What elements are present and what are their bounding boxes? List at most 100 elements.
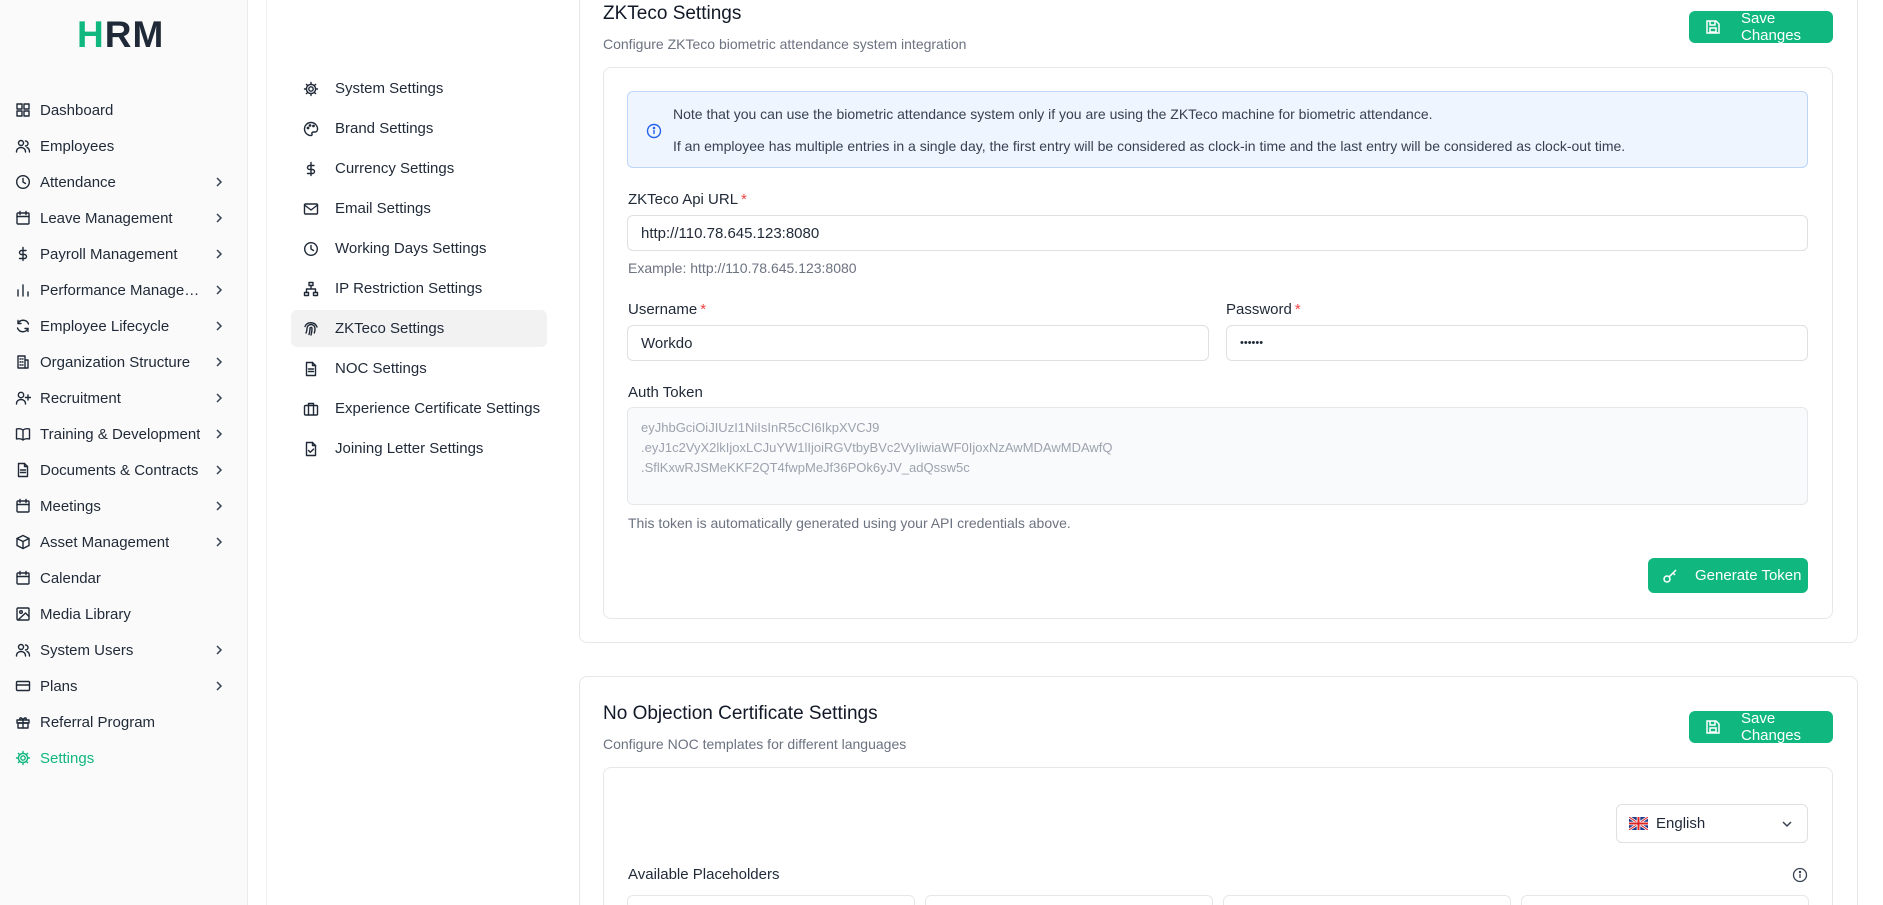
sidebar-item-settings[interactable]: Settings [0,740,248,776]
chevron-down-icon [1780,817,1794,831]
settings-menu-item-system-settings[interactable]: System Settings [291,70,547,107]
settings-menu-item-joining-letter-settings[interactable]: Joining Letter Settings [291,430,547,467]
chevron-right-icon [212,211,226,225]
sidebar-item-training-development[interactable]: Training & Development [0,416,248,452]
sidebar-item-organization-structure[interactable]: Organization Structure [0,344,248,380]
placeholder-chip[interactable] [925,895,1213,905]
credit-card-icon [15,678,31,694]
gift-icon [15,714,31,730]
settings-menu-item-zkteco-settings[interactable]: ZKTeco Settings [291,310,547,347]
sidebar-item-label: Payroll Management [40,245,178,263]
sidebar-item-documents-contracts[interactable]: Documents & Contracts [0,452,248,488]
api-url-hint: Example: http://110.78.645.123:8080 [628,260,857,276]
info-alert: Note that you can use the biometric atte… [627,91,1808,168]
sidebar-item-referral-program[interactable]: Referral Program [0,704,248,740]
image-icon [15,606,31,622]
uk-flag-icon [1628,815,1649,832]
sidebar-item-label: Performance Managem... [40,281,205,299]
chevron-right-icon [212,679,226,693]
sidebar-item-performance-managem[interactable]: Performance Managem... [0,272,248,308]
sidebar-item-label: Referral Program [40,713,156,731]
briefcase-icon [303,401,319,417]
chevron-right-icon [212,391,226,405]
auth-token-line: .SflKxwRJSMeKKF2QT4fwpMeJf36POk6yJV_adQs… [641,460,970,475]
sidebar-item-plans[interactable]: Plans [0,668,248,704]
main-nav: Dashboard Employees Attendance Leave Manage… [0,92,248,776]
settings-menu-label: NOC Settings [335,360,427,377]
dollar-icon [303,161,319,177]
calendar-icon [15,210,31,226]
username-input[interactable]: Workdo [627,325,1209,361]
settings-menu-item-experience-certificate-settings[interactable]: Experience Certificate Settings [291,390,547,427]
settings-menu-item-brand-settings[interactable]: Brand Settings [291,110,547,147]
settings-menu-item-currency-settings[interactable]: Currency Settings [291,150,547,187]
building-icon [15,354,31,370]
app-logo[interactable]: HRM [77,14,164,56]
settings-menu-label: Email Settings [335,200,431,217]
placeholder-chip[interactable] [1521,895,1809,905]
info-line-2: If an employee has multiple entries in a… [673,138,1626,154]
language-value: English [1656,815,1706,832]
fingerprint-icon [303,321,319,337]
document-icon [15,462,31,478]
settings-menu-item-email-settings[interactable]: Email Settings [291,190,547,227]
settings-menu-label: System Settings [335,80,444,97]
sidebar-item-label: Employee Lifecycle [40,317,170,335]
zkteco-save-button[interactable]: Save Changes [1689,10,1833,44]
sidebar-item-label: Recruitment [40,389,121,407]
sidebar-item-label: Meetings [40,497,101,515]
users-icon [15,642,31,658]
sidebar-item-label: Calendar [40,569,101,587]
info-icon[interactable] [1792,867,1808,883]
sidebar-item-label: Employees [40,137,115,155]
settings-menu-label: Brand Settings [335,120,434,137]
sidebar-item-attendance[interactable]: Attendance [0,164,248,200]
api-url-input[interactable]: http://110.78.645.123:8080 [627,215,1808,251]
sidebar-item-system-users[interactable]: System Users [0,632,248,668]
sidebar-item-leave-management[interactable]: Leave Management [0,200,248,236]
chevron-right-icon [212,463,226,477]
sidebar-item-label: Organization Structure [40,353,191,371]
chevron-right-icon [212,355,226,369]
language-select[interactable]: English [1616,804,1808,843]
placeholder-chip[interactable] [1223,895,1511,905]
sidebar-item-payroll-management[interactable]: Payroll Management [0,236,248,272]
chevron-right-icon [212,427,226,441]
bar-chart-icon [15,282,31,298]
chevron-right-icon [212,175,226,189]
generate-token-button[interactable]: Generate Token [1648,558,1808,593]
sidebar-item-recruitment[interactable]: Recruitment [0,380,248,416]
noc-save-button[interactable]: Save Changes [1689,710,1833,744]
sidebar-item-employee-lifecycle[interactable]: Employee Lifecycle [0,308,248,344]
mail-icon [303,201,319,217]
key-icon [1662,568,1678,584]
noc-save-label: Save Changes [1741,710,1802,744]
calendar-icon [15,498,31,514]
placeholder-chip[interactable] [627,895,915,905]
settings-menu-label: Experience Certificate Settings [335,400,541,417]
settings-menu-item-ip-restriction-settings[interactable]: IP Restriction Settings [291,270,547,307]
chevron-right-icon [212,247,226,261]
settings-menu-item-working-days-settings[interactable]: Working Days Settings [291,230,547,267]
settings-menu-item-noc-settings[interactable]: NOC Settings [291,350,547,387]
auth-token-field[interactable]: eyJhbGciOiJIUzI1NiIsInR5cCI6IkpXVCJ9 .ey… [627,407,1808,505]
palette-icon [303,121,319,137]
sidebar-item-calendar[interactable]: Calendar [0,560,248,596]
sidebar-item-dashboard[interactable]: Dashboard [0,92,248,128]
sidebar-item-asset-management[interactable]: Asset Management [0,524,248,560]
document-icon [303,361,319,377]
main-sidebar: HRM Dashboard Employees Attendance Leave Ma… [0,0,248,905]
sidebar-item-label: Plans [40,677,78,695]
sidebar-item-employees[interactable]: Employees [0,128,248,164]
auth-token-line: eyJhbGciOiJIUzI1NiIsInR5cCI6IkpXVCJ9 [641,420,880,435]
password-input[interactable]: •••••• [1226,325,1808,361]
noc-title: No Objection Certificate Settings [603,703,878,724]
sidebar-item-label: Media Library [40,605,131,623]
sidebar-item-label: System Users [40,641,134,659]
sidebar-item-label: Dashboard [40,101,114,119]
sidebar-item-meetings[interactable]: Meetings [0,488,248,524]
info-icon [646,123,662,139]
sidebar-item-label: Asset Management [40,533,170,551]
sidebar-item-media-library[interactable]: Media Library [0,596,248,632]
gear-icon [303,81,319,97]
